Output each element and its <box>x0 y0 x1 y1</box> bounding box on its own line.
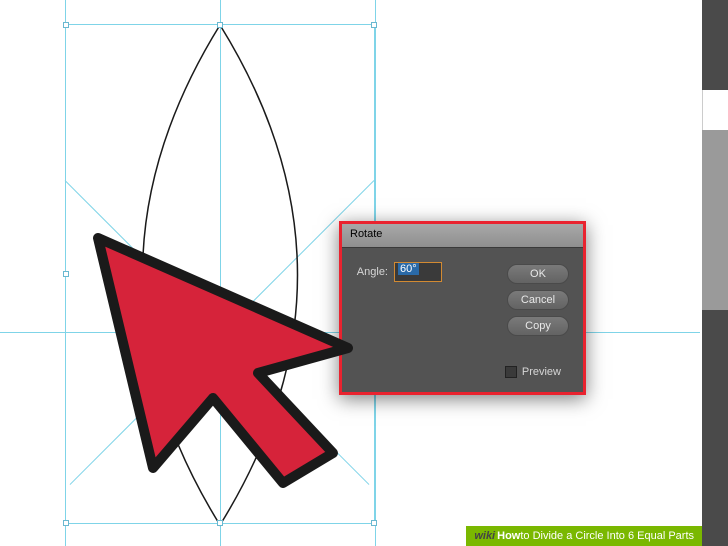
preview-checkbox[interactable] <box>505 366 517 378</box>
caption-text: to Divide a Circle Into 6 Equal Parts <box>520 530 694 542</box>
selection-handle-ml[interactable] <box>63 271 69 277</box>
selection-handle-bl[interactable] <box>63 520 69 526</box>
angle-label: Angle: <box>354 266 394 278</box>
selection-bounding-box[interactable] <box>65 24 375 524</box>
selection-handle-tl[interactable] <box>63 22 69 28</box>
caption-how: How <box>497 530 520 542</box>
scrollbar-track-top <box>702 0 728 90</box>
selection-handle-br[interactable] <box>371 520 377 526</box>
wiki-brand: wiki <box>474 530 495 542</box>
angle-input[interactable]: 60° <box>394 262 442 282</box>
preview-label: Preview <box>522 366 561 378</box>
ok-button[interactable]: OK <box>507 264 569 284</box>
right-scrollbar[interactable] <box>702 0 728 546</box>
selection-handle-bm[interactable] <box>217 520 223 526</box>
scrollbar-thumb[interactable] <box>702 130 728 310</box>
scrollbar-gap <box>702 90 728 130</box>
angle-value: 60° <box>398 263 419 275</box>
copy-button[interactable]: Copy <box>507 316 569 336</box>
selection-handle-tr[interactable] <box>371 22 377 28</box>
rotate-dialog[interactable]: Rotate Angle: 60° OK Cancel Copy Preview <box>339 221 586 395</box>
dialog-title[interactable]: Rotate <box>342 224 583 248</box>
cancel-button[interactable]: Cancel <box>507 290 569 310</box>
caption-bar: wikiHow to Divide a Circle Into 6 Equal … <box>466 526 702 546</box>
scrollbar-track-bottom <box>702 310 728 546</box>
selection-handle-tm[interactable] <box>217 22 223 28</box>
